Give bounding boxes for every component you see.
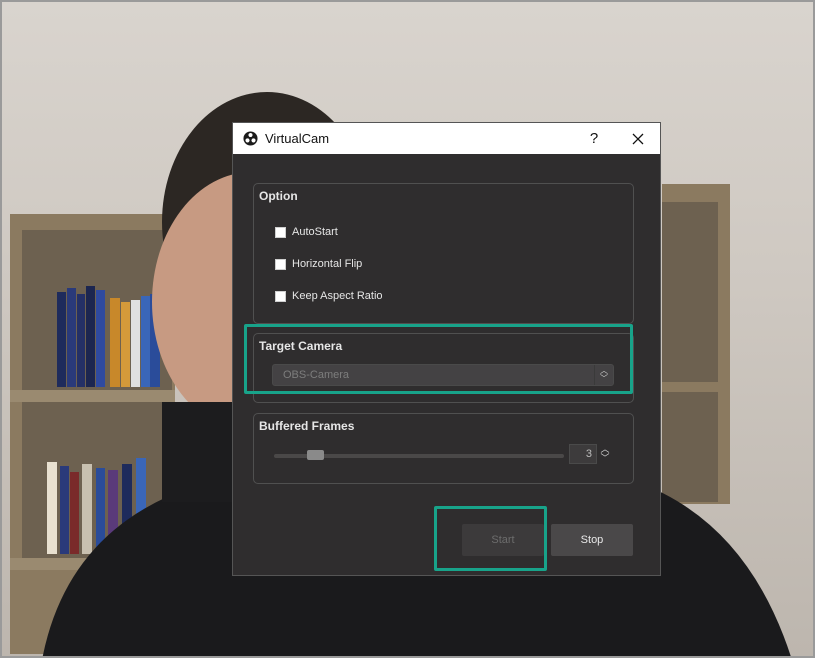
close-icon [632, 133, 644, 144]
obs-logo-icon [243, 131, 258, 146]
buffered-frames-slider-handle[interactable] [306, 450, 324, 460]
horizontal-flip-checkbox[interactable] [275, 258, 286, 270]
horizontal-flip-label: Horizontal Flip [292, 258, 363, 270]
buffered-frames-value[interactable]: 3 [569, 444, 597, 464]
spin-arrows-icon[interactable]: ︿ ﹀ [597, 445, 613, 463]
keep-aspect-ratio-checkbox[interactable] [275, 290, 286, 302]
stop-button[interactable]: Stop [551, 524, 633, 556]
buffered-frames-group: Buffered Frames 3 ︿ ﹀ [253, 413, 634, 484]
keep-aspect-ratio-checkbox-row[interactable]: Keep Aspect Ratio [275, 290, 383, 302]
option-group: Option AutoStart Horizontal Flip Keep As… [253, 183, 634, 324]
autostart-checkbox-row[interactable]: AutoStart [275, 226, 338, 238]
keep-aspect-ratio-label: Keep Aspect Ratio [292, 290, 383, 302]
option-group-title: Option [259, 189, 298, 203]
title-bar[interactable]: VirtualCam ? [233, 123, 660, 154]
autostart-label: AutoStart [292, 226, 338, 238]
buffered-frames-spinbox[interactable]: 3 ︿ ﹀ [569, 443, 615, 465]
horizontal-flip-checkbox-row[interactable]: Horizontal Flip [275, 258, 362, 270]
window-title: VirtualCam [265, 131, 330, 146]
target-camera-highlight [244, 324, 633, 394]
close-button[interactable] [616, 123, 660, 154]
start-button-highlight [434, 506, 547, 571]
autostart-checkbox[interactable] [275, 226, 286, 238]
help-button[interactable]: ? [572, 123, 616, 154]
buffered-frames-title: Buffered Frames [259, 419, 355, 433]
